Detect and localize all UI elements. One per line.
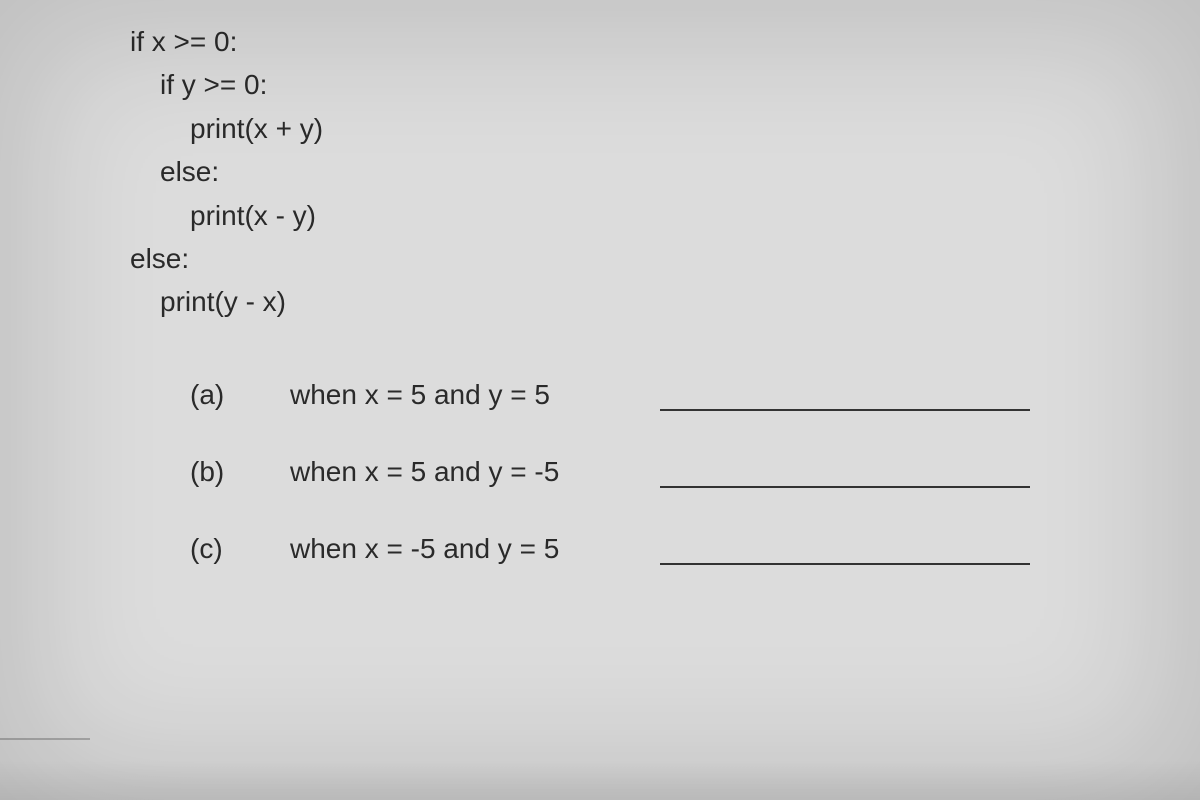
code-block: if x >= 0: if y >= 0: print(x + y) else:… [130,20,1200,324]
code-line: else: [130,237,1200,280]
partial-rule-line [0,738,90,740]
code-line: print(x - y) [130,194,1200,237]
questions-section: (a) when x = 5 and y = 5 (b) when x = 5 … [130,379,1200,565]
question-row: (b) when x = 5 and y = -5 [190,456,1200,488]
code-line: if y >= 0: [130,63,1200,106]
question-row: (c) when x = -5 and y = 5 [190,533,1200,565]
answer-blank[interactable] [660,460,1030,488]
question-text: when x = 5 and y = 5 [290,379,660,411]
bottom-shadow [0,760,1200,800]
answer-blank[interactable] [660,383,1030,411]
question-label: (a) [190,379,290,411]
code-line: if x >= 0: [130,20,1200,63]
code-line: else: [130,150,1200,193]
code-line: print(x + y) [130,107,1200,150]
code-line: print(y - x) [130,280,1200,323]
question-label: (b) [190,456,290,488]
question-label: (c) [190,533,290,565]
question-text: when x = 5 and y = -5 [290,456,660,488]
question-row: (a) when x = 5 and y = 5 [190,379,1200,411]
answer-blank[interactable] [660,537,1030,565]
question-text: when x = -5 and y = 5 [290,533,660,565]
